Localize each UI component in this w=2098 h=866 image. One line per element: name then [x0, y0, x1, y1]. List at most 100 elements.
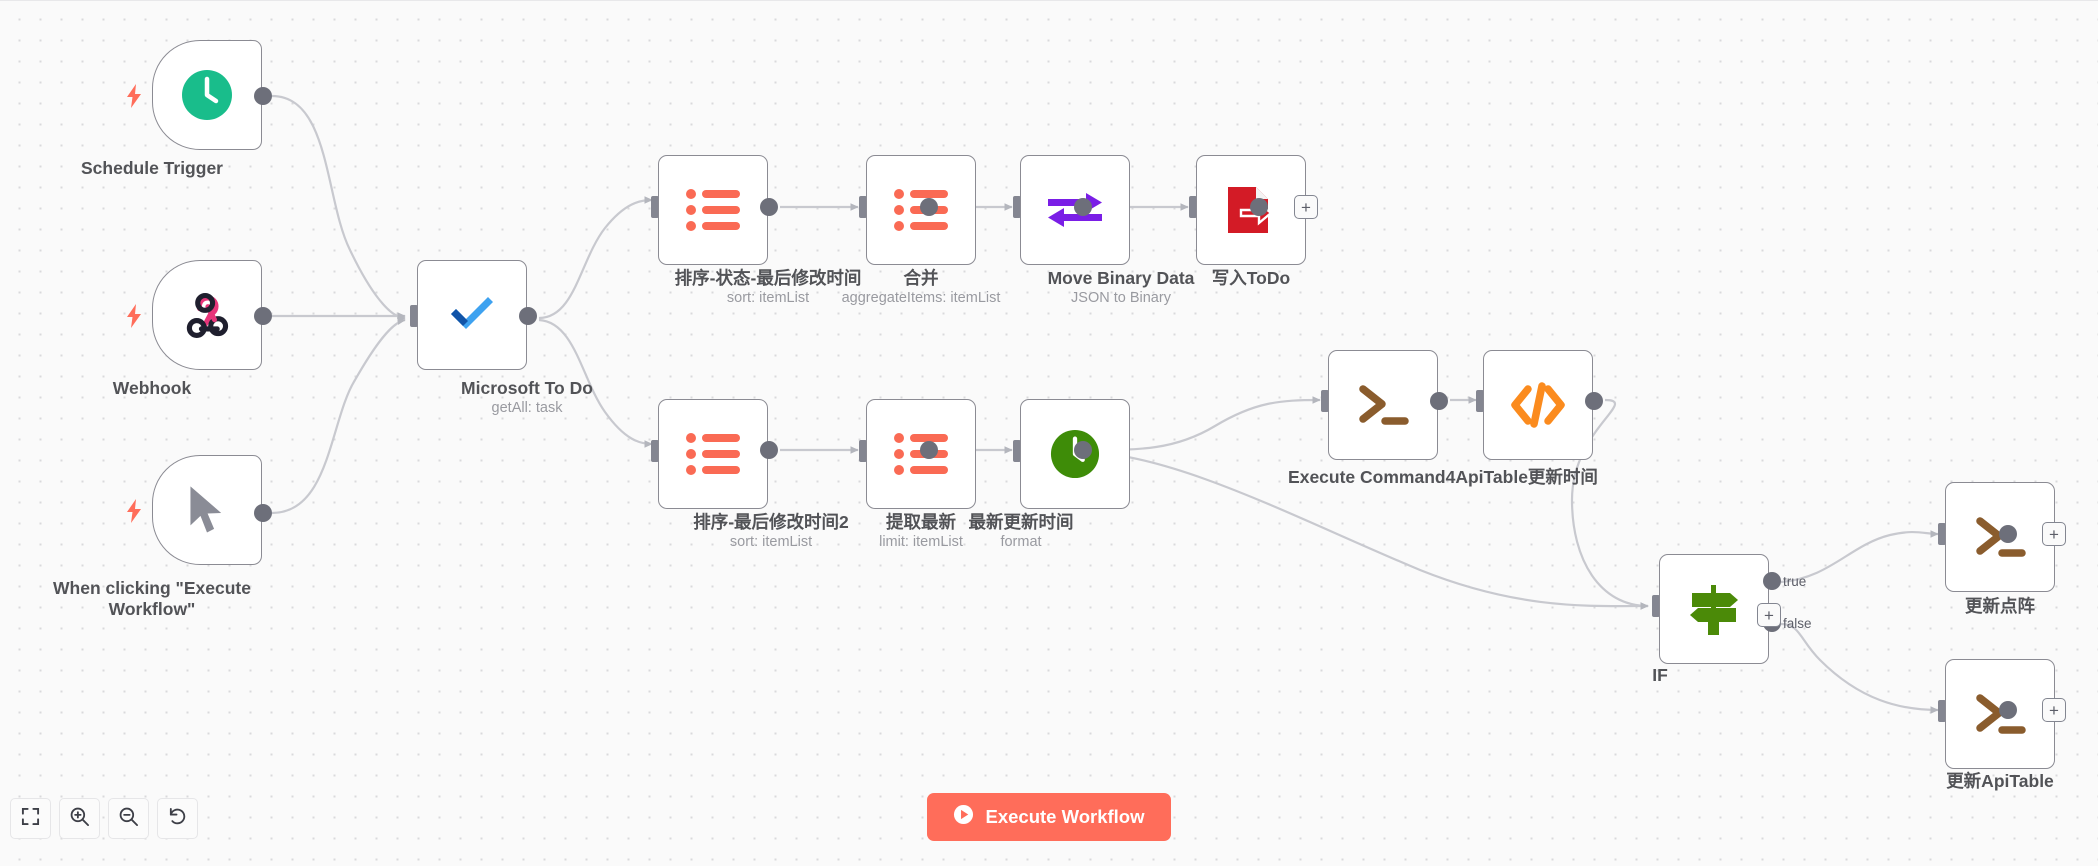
- trigger-bolt-icon: [126, 499, 142, 523]
- node-subtitle: JSON to Binary: [1071, 290, 1171, 306]
- webhook-icon: [175, 283, 239, 347]
- caption-schedule-trigger: Schedule Trigger: [2, 158, 302, 179]
- caption-if: IF: [1510, 665, 1810, 686]
- node-webhook[interactable]: [152, 260, 262, 370]
- plus-symbol: +: [1764, 605, 1774, 625]
- if-false-label: false: [1783, 616, 1812, 631]
- node-title: 排序-状态-最后修改时间: [674, 268, 862, 288]
- node-title: Microsoft To Do: [461, 378, 593, 398]
- caption-update-apitable: 更新ApiTable: [1850, 771, 2098, 792]
- caption-write-to-todo: 写入ToDo: [1101, 268, 1401, 289]
- node-subtitle: limit: itemList: [879, 534, 963, 550]
- node-title: 合并: [903, 268, 939, 288]
- output-endpoint-webhook[interactable]: [254, 307, 272, 325]
- output-endpoint-extract-latest[interactable]: [920, 441, 938, 459]
- caption-webhook: Webhook: [2, 378, 302, 399]
- node-sort-lastmodified-2[interactable]: [658, 399, 768, 509]
- node-subtitle: getAll: task: [491, 400, 563, 416]
- node-when-clicking-execute-workflow[interactable]: [152, 455, 262, 565]
- output-endpoint-sort-status[interactable]: [760, 198, 778, 216]
- caption-extract-latest: 提取最新 limit: itemList: [771, 512, 1071, 552]
- caption-sort-lastmodified-2: 排序-最后修改时间2 sort: itemList: [621, 512, 921, 552]
- plus-symbol: +: [1301, 197, 1311, 217]
- node-if[interactable]: [1659, 554, 1769, 664]
- node-title: Webhook: [112, 378, 192, 398]
- node-subtitle: sort: itemList: [729, 534, 813, 550]
- node-title: 最新更新时间: [968, 512, 1074, 532]
- output-endpoint-if-true[interactable]: [1763, 572, 1781, 590]
- node-sort-status-lastmodified[interactable]: [658, 155, 768, 265]
- node-title: 提取最新: [886, 512, 956, 532]
- cursor-pointer-icon: [175, 478, 239, 542]
- node-subtitle: aggregateItems: itemList: [841, 290, 1001, 306]
- plus-symbol: +: [2049, 524, 2059, 544]
- caption-microsoft-to-do: Microsoft To Do getAll: task: [377, 378, 677, 418]
- node-apitable-update-time[interactable]: [1483, 350, 1593, 460]
- node-title-apitable: ApiTable更新时间: [1455, 467, 1598, 487]
- output-endpoint-merge[interactable]: [920, 198, 938, 216]
- node-title: When clicking "Execute Workflow": [53, 578, 251, 619]
- zoom-out-button[interactable]: [108, 798, 149, 839]
- node-title: 写入ToDo: [1211, 268, 1291, 288]
- microsoft-todo-icon: [440, 283, 504, 347]
- if-true-label: true: [1783, 574, 1807, 589]
- output-endpoint-write-to-todo[interactable]: [1250, 198, 1268, 216]
- reset-zoom-button[interactable]: [157, 798, 198, 839]
- zoom-in-icon: [69, 806, 90, 832]
- node-schedule-trigger[interactable]: [152, 40, 262, 150]
- add-node-button-after-apitable[interactable]: +: [2042, 698, 2066, 722]
- fit-screen-icon: [21, 807, 40, 831]
- node-title: Execute Command4: [1288, 467, 1456, 487]
- node-title: Schedule Trigger: [81, 158, 223, 178]
- add-node-button[interactable]: +: [1294, 195, 1318, 219]
- clock-icon: [175, 63, 239, 127]
- output-endpoint-manual-trigger[interactable]: [254, 504, 272, 522]
- node-title: Move Binary Data: [1047, 268, 1195, 288]
- terminal-icon: [1351, 373, 1415, 437]
- add-node-button-after-dot-matrix[interactable]: +: [2042, 522, 2066, 546]
- node-subtitle: format: [1000, 534, 1042, 550]
- caption-update-dot-matrix: 更新点阵: [1850, 596, 2098, 617]
- output-endpoint-apitable-update-time[interactable]: [1585, 392, 1603, 410]
- output-endpoint-update-dot-matrix[interactable]: [1999, 525, 2017, 543]
- reset-arrow-icon: [167, 806, 188, 832]
- workflow-canvas[interactable]: Schedule Trigger Webhook When clicking "…: [0, 0, 2098, 866]
- caption-move-binary-data: Move Binary Data JSON to Binary: [971, 268, 1271, 308]
- node-title: 更新ApiTable: [1946, 771, 2054, 791]
- output-endpoint-schedule-trigger[interactable]: [254, 87, 272, 105]
- zoom-out-icon: [118, 806, 139, 832]
- caption-latest-update-time: 最新更新时间 format: [871, 512, 1171, 552]
- node-title: 排序-最后修改时间2: [693, 512, 849, 532]
- execute-workflow-label: Execute Workflow: [985, 806, 1145, 827]
- zoom-to-fit-button[interactable]: [10, 798, 51, 839]
- add-node-button-if-false[interactable]: +: [1757, 603, 1781, 627]
- output-endpoint-sort-lastmodified-2[interactable]: [760, 441, 778, 459]
- execute-bar: Execute Workflow: [0, 793, 2098, 841]
- node-subtitle: sort: itemList: [726, 290, 810, 306]
- output-endpoint-latest-update-time[interactable]: [1074, 441, 1092, 459]
- output-endpoint-update-apitable[interactable]: [1999, 701, 2017, 719]
- item-list-icon: [681, 422, 745, 486]
- trigger-bolt-icon: [126, 84, 142, 108]
- node-title: IF: [1652, 665, 1668, 685]
- play-circle-icon: [953, 804, 974, 830]
- item-list-icon: [681, 178, 745, 242]
- signpost-icon: [1682, 577, 1746, 641]
- top-divider: [0, 0, 2098, 1]
- plus-symbol: +: [2049, 700, 2059, 720]
- caption-execute-command4: Execute Command4ApiTable更新时间: [1093, 467, 1793, 488]
- node-microsoft-to-do[interactable]: [417, 260, 527, 370]
- zoom-in-button[interactable]: [59, 798, 100, 839]
- execute-workflow-button[interactable]: Execute Workflow: [927, 793, 1171, 841]
- node-execute-command4[interactable]: [1328, 350, 1438, 460]
- caption-merge: 合并 aggregateItems: itemList: [771, 268, 1071, 308]
- code-brackets-icon: [1506, 373, 1570, 437]
- caption-sort-status-lastmodified: 排序-状态-最后修改时间 sort: itemList: [618, 268, 918, 308]
- output-endpoint-move-binary-data[interactable]: [1074, 198, 1092, 216]
- output-endpoint-microsoft-to-do[interactable]: [519, 307, 537, 325]
- output-endpoint-execute-command4[interactable]: [1430, 392, 1448, 410]
- node-title: 更新点阵: [1965, 596, 2035, 616]
- trigger-bolt-icon: [126, 304, 142, 328]
- zoom-toolbar: [10, 798, 198, 839]
- caption-when-clicking-execute-workflow: When clicking "Execute Workflow": [2, 578, 302, 620]
